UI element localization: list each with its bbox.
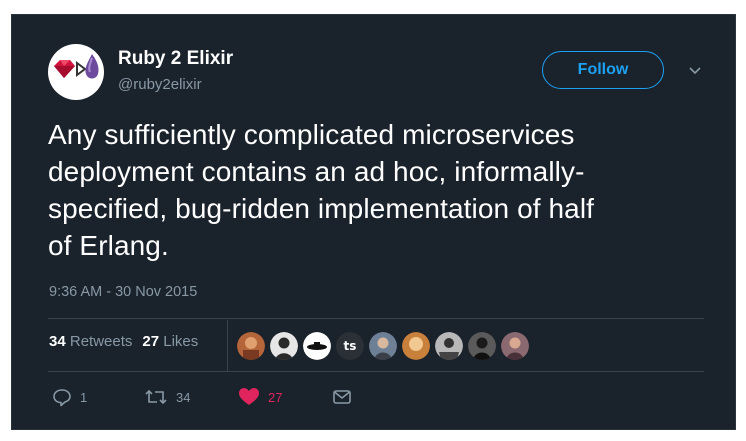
liker-avatar[interactable]	[501, 332, 529, 360]
author-handle[interactable]: @ruby2elixir	[118, 76, 202, 93]
liker-avatar[interactable]	[435, 332, 463, 360]
engagement-stats: 34 Retweets 27 Likes	[49, 333, 198, 350]
tweet-text-line: Any sufficiently complicated microservic…	[48, 119, 575, 150]
likes-stat[interactable]: 27 Likes	[142, 333, 198, 350]
liker-avatar[interactable]	[237, 332, 265, 360]
liker-avatar[interactable]	[303, 332, 331, 360]
retweets-label: Retweets	[69, 333, 133, 350]
tweet-text-line: deployment contains an ad hoc, informall…	[48, 156, 585, 187]
likes-count: 27	[142, 333, 160, 350]
like-button[interactable]: 27	[238, 387, 282, 407]
stats-separator	[227, 320, 228, 371]
reply-count: 1	[80, 389, 88, 405]
likers-list: ts	[237, 332, 529, 360]
retweets-count: 34	[49, 333, 66, 350]
tweet-text-line: of Erlang.	[48, 230, 169, 261]
liker-initials: ts	[343, 339, 357, 353]
retweets-stat[interactable]: 34 Retweets	[49, 333, 132, 350]
author-display-name[interactable]: Ruby 2 Elixir	[118, 48, 233, 70]
tweet-timestamp[interactable]: 9:36 AM - 30 Nov 2015	[49, 284, 197, 300]
tweet-text-line: specified, bug-ridden implementation of …	[48, 193, 595, 224]
liker-avatar[interactable]	[402, 332, 430, 360]
chevron-down-icon[interactable]	[687, 62, 703, 78]
retweet-count: 34	[176, 389, 191, 405]
liker-avatar[interactable]	[270, 332, 298, 360]
retweet-icon	[145, 389, 167, 405]
tweet-card: Ruby 2 Elixir @ruby2elixir Follow Any su…	[11, 14, 736, 430]
tweet-actions: 1 34 27	[48, 387, 388, 411]
liker-avatar[interactable]	[369, 332, 397, 360]
divider	[48, 371, 704, 372]
direct-message-button[interactable]	[332, 387, 352, 407]
follow-button[interactable]: Follow	[542, 51, 664, 89]
heart-icon	[239, 388, 259, 405]
envelope-icon	[333, 390, 351, 404]
reply-icon	[53, 389, 71, 407]
tweet-text: Any sufficiently complicated microservic…	[48, 116, 698, 264]
ruby-to-elixir-logo-icon	[54, 54, 99, 79]
likes-label: Likes	[163, 333, 199, 350]
liker-avatar[interactable]	[468, 332, 496, 360]
retweet-button[interactable]: 34	[144, 387, 190, 407]
like-count: 27	[268, 389, 283, 405]
liker-avatar[interactable]: ts	[336, 332, 364, 360]
reply-button[interactable]: 1	[52, 387, 87, 407]
divider	[48, 318, 704, 319]
author-avatar[interactable]	[48, 44, 104, 100]
